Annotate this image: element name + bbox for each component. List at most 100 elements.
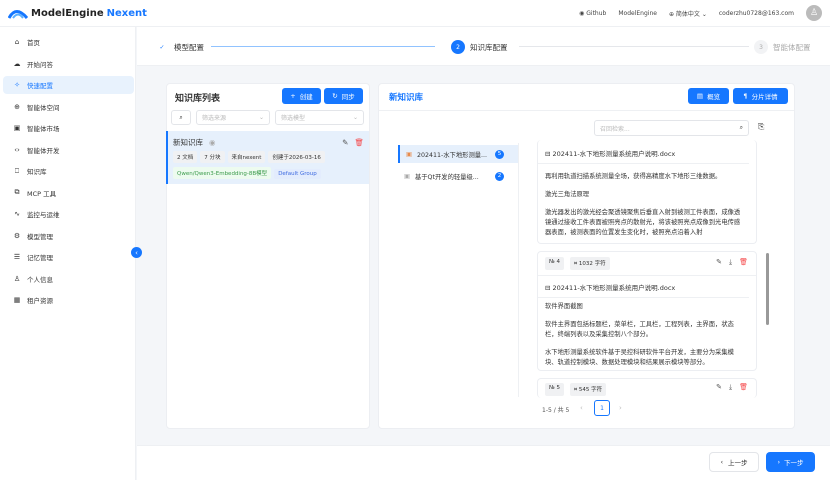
scrollbar[interactable] [766,253,769,325]
step-agent-config[interactable]: 3 智能体配置 [754,40,811,54]
delete-icon[interactable]: 🗑 [739,383,748,392]
sidebar-item[interactable]: ∿ 监控与运维 [3,205,134,223]
document-icon: ▤ [696,92,704,100]
sidebar-icon: ▦ [13,296,21,304]
doc-list-item[interactable]: ▣ 基于Qt开发的轻量级... 2 [398,167,518,185]
filter-model-select[interactable]: 筛选模型 ⌄ [275,110,364,125]
sidebar-item[interactable]: ✧ 快速配置 [3,76,134,94]
prev-step-button[interactable]: ‹ 上一步 [709,452,759,472]
overview-button[interactable]: ▤ 概览 [688,88,729,104]
chevron-right-icon: › [777,458,781,466]
sidebar-item[interactable]: ▦ 租户资源 [3,291,134,309]
sidebar-item[interactable]: ☁ 开始问答 [3,55,134,73]
search-icon: ⌕ [739,124,743,131]
avatar[interactable]: ♙ [806,5,822,21]
kb-detail-title: 新知识库 [389,93,424,103]
sidebar-icon: ‹› [14,145,20,154]
step-model-config[interactable]: ✓ 模型配置 [155,40,204,54]
chevron-down-icon: ⌄ [352,114,358,121]
search-button[interactable]: ⌕ [171,110,191,125]
chunk-card: № 5 ⌗ 545 字符 ✎ ⤓ 🗑 [537,378,757,398]
download-icon[interactable]: ⤓ [729,383,732,392]
sidebar-item[interactable]: ♙ 个人信息 [3,270,134,288]
modelengine-link[interactable]: ModelEngine [618,10,657,17]
next-page-button[interactable]: › [619,404,622,412]
page-1-button[interactable]: 1 [594,400,610,416]
brand-main: ModelEngine [31,7,104,19]
sidebar-item-label: MCP 工具 [27,189,57,198]
chunk-card: ⊟ 202411-水下地形测量系统用户说明.docx 再利用轨道扫描系统测量全场… [537,140,757,244]
step-kb-config[interactable]: 2 知识库配置 [451,40,508,54]
sidebar-item[interactable]: ⌂ 首页 [3,33,134,51]
sidebar-item-label: 模型管理 [27,232,53,241]
chunk-index-tag: № 4 [545,257,564,270]
step-connector [211,46,435,47]
model-tag: Qwen/Qwen3-Embedding-8B模型 [173,167,272,179]
globe-icon: ⊕ [668,10,674,18]
delete-icon[interactable]: 🗑 [354,138,364,147]
sidebar-icon: ✧ [14,81,20,89]
group-tag: Default Group [274,169,321,179]
chunk-file: ⊟ 202411-水下地形测量系统用户说明.docx [538,140,749,164]
kb-list-title: 知识库列表 [175,94,221,104]
doc-list-item[interactable]: ▣ 202411-水下地形测量... 5 [398,145,518,163]
sidebar-icon: ▣ [13,124,21,132]
kb-name: 新知识库 [173,138,203,147]
delete-icon[interactable]: 🗑 [739,258,748,267]
edit-icon[interactable]: ✎ [342,138,348,147]
filter-source-select[interactable]: 筛选来源 ⌄ [196,110,270,125]
stepper: ✓ 模型配置 2 知识库配置 3 智能体配置 [137,27,830,66]
recall-search-input[interactable]: 召回检索... ⌕ [594,120,749,136]
sidebar-icon: ⌂ [14,38,20,46]
edit-icon[interactable]: ✎ [716,383,722,392]
sidebar-icon: ⚙ [13,231,21,240]
paragraph-icon: ¶ [743,92,748,100]
download-icon[interactable]: ⤓ [729,258,732,267]
doc-count-tag: 2 文档 [173,151,198,163]
brand-accent: Nexent [106,7,147,19]
next-step-button[interactable]: › 下一步 [766,452,815,472]
sync-icon: ↻ [332,92,338,100]
create-button[interactable]: + 创建 [282,88,321,104]
chunk-count-badge: 2 [495,171,504,181]
kb-list-item[interactable]: 新知识库 ◉ ✎ 🗑 2 文档 7 分块 来自nexent 创建于2026-03-16 Q… [166,131,369,184]
github-link[interactable]: ◉ Github [579,10,606,17]
sidebar-item[interactable]: ☰ 记忆管理 [3,248,134,266]
sidebar-item-label: 租户资源 [27,297,53,305]
sync-button[interactable]: ↻ 同步 [324,88,363,104]
sidebar-item[interactable]: ▣ 智能体市场 [3,119,134,137]
file-icon: ▣ [404,172,410,180]
brand-logo[interactable]: ModelEngine Nexent [8,7,147,19]
divider [379,110,794,111]
user-email: coderzhu0728@163.com [718,9,794,17]
chevron-left-icon: ‹ [135,248,138,257]
pagination-summary: 1-5 / 共 5 [542,407,570,414]
sidebar-item[interactable]: ⊕ 智能体空间 [3,98,134,116]
upload-file-icon[interactable]: ⎘ [758,122,764,132]
chunk-file: ⊟ 202411-水下地形测量系统用户说明.docx [538,276,749,298]
source-tag: 来自nexent [227,151,266,163]
chunk-count-tag: 7 分块 [200,151,225,163]
sidebar-item[interactable]: ⎕ 知识库 [3,162,134,180]
sidebar-icon: ∿ [14,210,20,218]
sidebar-item-label: 快速配置 [27,82,53,90]
check-icon: ✓ [159,43,165,51]
sidebar-item[interactable]: ‹› 智能体开发 [3,141,134,159]
step-connector [519,46,749,47]
language-select[interactable]: ⊕ 简体中文 ⌄ [669,9,707,18]
edit-icon[interactable]: ✎ [716,258,722,267]
sidebar-item[interactable]: ⚙ 模型管理 [3,227,134,245]
divider [518,143,519,397]
sidebar-item-label: 智能体开发 [27,146,60,155]
sidebar-item-label: 记忆管理 [27,254,53,262]
prev-page-button[interactable]: ‹ [580,404,583,412]
chevron-down-icon: ⌄ [701,10,707,18]
chunk-count-badge: 5 [495,149,504,159]
sidebar-item-label: 开始问答 [27,60,53,69]
eye-icon[interactable]: ◉ [209,138,216,147]
chunk-details-button[interactable]: ¶ 分片详情 [733,88,788,104]
sidebar-item[interactable]: ⧉ MCP 工具 [3,184,134,202]
collapse-sidebar-button[interactable]: ‹ [131,247,142,258]
sidebar-item-label: 个人信息 [27,275,53,284]
sidebar-icon: ⎕ [14,166,20,175]
